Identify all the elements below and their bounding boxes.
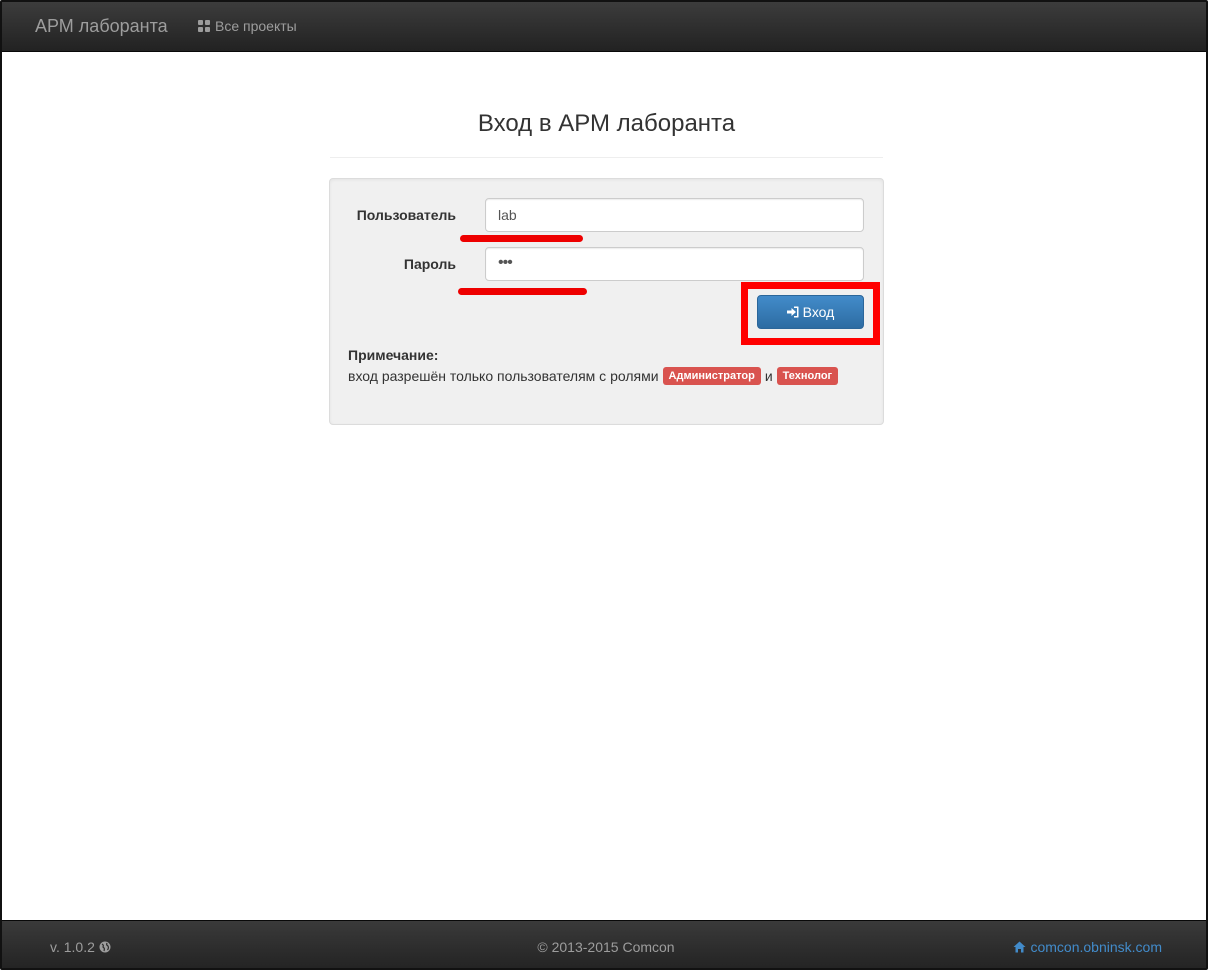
nav-all-projects-label: Все проекты	[215, 18, 297, 34]
nav-all-projects[interactable]: Все проекты	[198, 18, 297, 34]
site-link[interactable]: comcon.obninsk.com	[1013, 939, 1162, 955]
grid-icon	[198, 20, 210, 32]
note-title: Примечание:	[348, 347, 439, 363]
role-badge-tech: Технолог	[776, 367, 839, 385]
note-text: вход разрешён только пользователям с рол…	[348, 367, 842, 385]
note-body: вход разрешён только пользователям с рол…	[348, 368, 659, 384]
browser-frame: АРМ лаборанта Все проекты Вход в АРМ лаб…	[0, 0, 1208, 970]
annotation-highlight-login	[741, 282, 880, 345]
page-title: Вход в АРМ лаборанта	[477, 110, 736, 137]
navbar-brand[interactable]: АРМ лаборанта	[35, 16, 168, 37]
annotation-underline-username	[460, 235, 583, 242]
role-badge-admin: Администратор	[662, 367, 761, 385]
home-icon	[1013, 941, 1026, 953]
annotation-underline-password	[458, 288, 587, 295]
username-label: Пользователь	[356, 207, 456, 223]
top-navbar: АРМ лаборанта Все проекты	[2, 2, 1206, 52]
username-input[interactable]	[485, 198, 864, 232]
note-conjunction: и	[764, 368, 773, 384]
password-label: Пароль	[403, 256, 456, 272]
site-link-label: comcon.obninsk.com	[1030, 939, 1162, 955]
header-divider	[330, 157, 883, 158]
password-input[interactable]: •••	[485, 247, 864, 281]
footer: v. 1.0.2 © 2013-2015 Comcon comcon.obnin…	[2, 920, 1206, 968]
